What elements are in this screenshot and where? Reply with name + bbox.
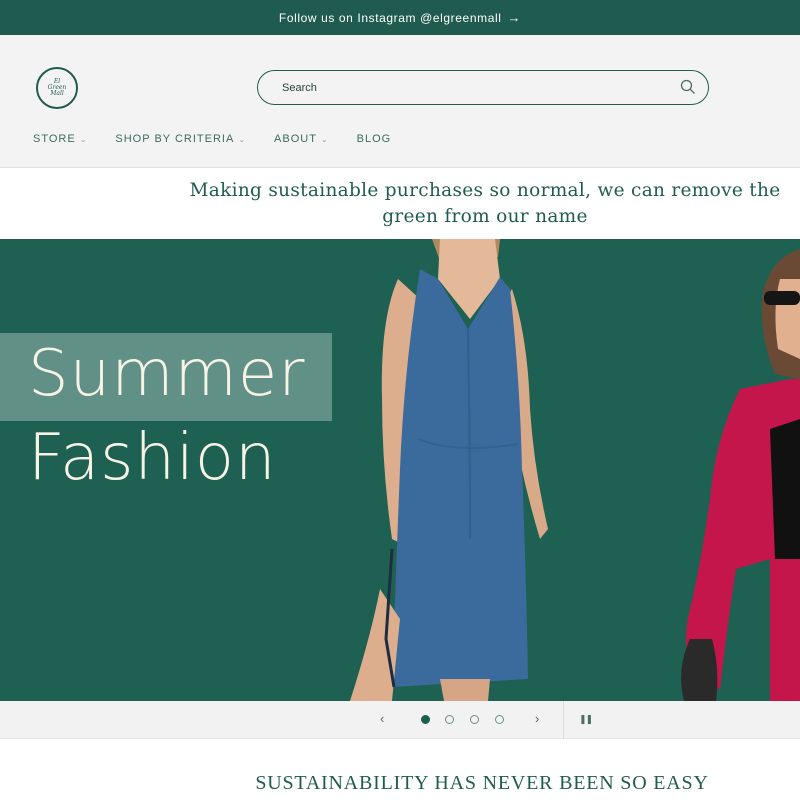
search-icon[interactable] xyxy=(680,79,696,95)
slide-dot-4[interactable] xyxy=(495,715,504,724)
search-bar xyxy=(257,70,709,105)
search-input[interactable] xyxy=(282,81,662,94)
arrow-right-icon: → xyxy=(507,10,522,25)
previous-slide-button[interactable]: ‹ xyxy=(380,711,384,726)
site-header: El Green Mall STORE ⌄ SHOP BY CRITERIA ⌄… xyxy=(0,35,800,168)
next-slide-button[interactable]: › xyxy=(535,711,539,726)
nav-item-shop-by-criteria[interactable]: SHOP BY CRITERIA ⌄ xyxy=(115,133,246,145)
chevron-down-icon: ⌄ xyxy=(79,134,88,144)
tagline: Making sustainable purchases so normal, … xyxy=(189,180,781,227)
woman-in-blue-slip-dress xyxy=(350,239,548,701)
site-logo[interactable]: El Green Mall xyxy=(36,67,78,109)
chevron-down-icon: ⌄ xyxy=(238,134,247,144)
announcement-text[interactable]: Follow us on Instagram @elgreenmall xyxy=(279,11,502,25)
main-nav: STORE ⌄ SHOP BY CRITERIA ⌄ ABOUT ⌄ BLOG xyxy=(33,133,419,145)
section-heading: SUSTAINABILITY HAS NEVER BEEN SO EASY xyxy=(255,772,709,794)
slide-dot-2[interactable] xyxy=(445,715,454,724)
nav-item-label: BLOG xyxy=(356,133,392,145)
slide-dot-3[interactable] xyxy=(470,715,479,724)
nav-item-store[interactable]: STORE ⌄ xyxy=(33,133,87,145)
pause-slideshow-button[interactable]: ❚❚ xyxy=(579,714,593,725)
divider xyxy=(563,701,564,739)
logo-text-mall: Mall xyxy=(50,90,64,97)
nav-item-label: STORE xyxy=(33,133,76,145)
hero-title-line1: Summer xyxy=(28,337,306,411)
nav-item-label: SHOP BY CRITERIA xyxy=(115,133,235,145)
announcement-bar[interactable]: Follow us on Instagram @elgreenmall → xyxy=(0,0,800,35)
slide-dot-1[interactable] xyxy=(421,715,430,724)
hero-banner[interactable]: Summer Fashion xyxy=(0,239,800,701)
nav-item-blog[interactable]: BLOG xyxy=(357,133,392,145)
slideshow-controls: ‹ › ❚❚ xyxy=(0,701,800,739)
nav-item-label: ABOUT xyxy=(274,133,317,145)
nav-item-about[interactable]: ABOUT ⌄ xyxy=(274,133,329,145)
hero-title-line2: Fashion xyxy=(28,421,277,495)
woman-in-red-blazer-and-sunglasses xyxy=(681,249,800,701)
chevron-down-icon: ⌄ xyxy=(320,134,329,144)
